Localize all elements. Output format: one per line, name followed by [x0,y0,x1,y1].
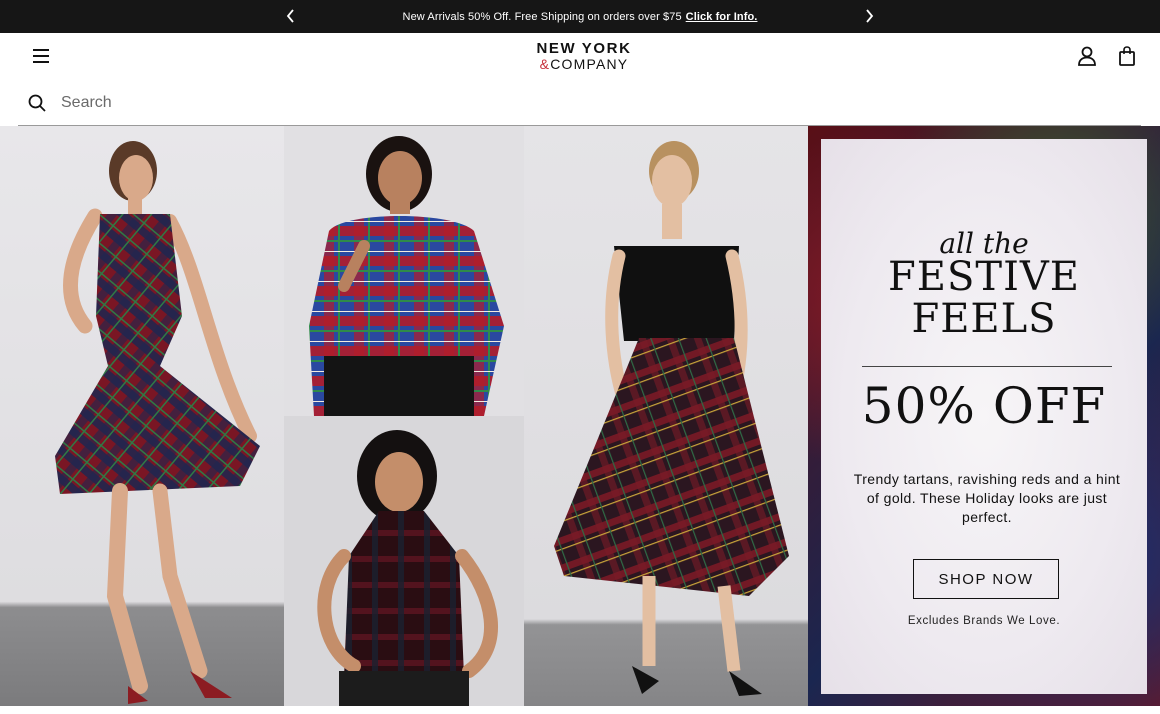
promo-copy: Trendy tartans, ravishing reds and a hin… [853,471,1121,525]
model-velvet-top-image[interactable] [284,416,524,706]
logo-company: COMPANY [550,56,629,72]
announcement-text: New Arrivals 50% Off. Free Shipping on o… [402,10,682,23]
model-plaid-skirt-image[interactable] [524,126,808,706]
announcement-bar: New Arrivals 50% Off. Free Shipping on o… [0,0,1160,33]
model-plaid-dress-image[interactable] [0,126,284,706]
announcement-info-link[interactable]: Click for Info. [686,11,758,23]
brand-logo[interactable]: NEW YORK &COMPANY [520,41,648,71]
promo-headline-line-2: FEELS [911,296,1057,342]
site-header: NEW YORK &COMPANY [0,33,1160,79]
model-plaid-blouse-image[interactable] [284,126,524,416]
logo-ampersand: & [539,56,551,72]
shopping-bag-icon[interactable] [1118,45,1136,67]
promo-card: all the FESTIVE FEELS 50% OFF Trendy tar… [821,139,1147,694]
promo-discount: 50% OFF [861,377,1107,435]
search-icon[interactable] [27,93,47,113]
promo-headline-line-1: FESTIVE [888,254,1080,300]
promo-divider [862,366,1112,367]
chevron-right-icon[interactable] [859,6,879,26]
user-icon[interactable] [1076,45,1098,67]
promo-fine-print: Excludes Brands We Love. [907,615,1061,627]
chevron-left-icon[interactable] [281,6,301,26]
shop-now-button[interactable]: SHOP NOW [913,559,1059,599]
promo-panel: all the FESTIVE FEELS 50% OFF Trendy tar… [808,126,1160,706]
logo-line-2: &COMPANY [520,57,648,71]
logo-line-1: NEW YORK [536,40,632,57]
search-input[interactable] [61,94,1061,112]
announcement-message: New Arrivals 50% Off. Free Shipping on o… [403,11,758,23]
hero-banner[interactable]: all the FESTIVE FEELS 50% OFF Trendy tar… [0,126,1160,714]
search-bar [18,81,1141,126]
hamburger-icon[interactable] [30,47,52,65]
